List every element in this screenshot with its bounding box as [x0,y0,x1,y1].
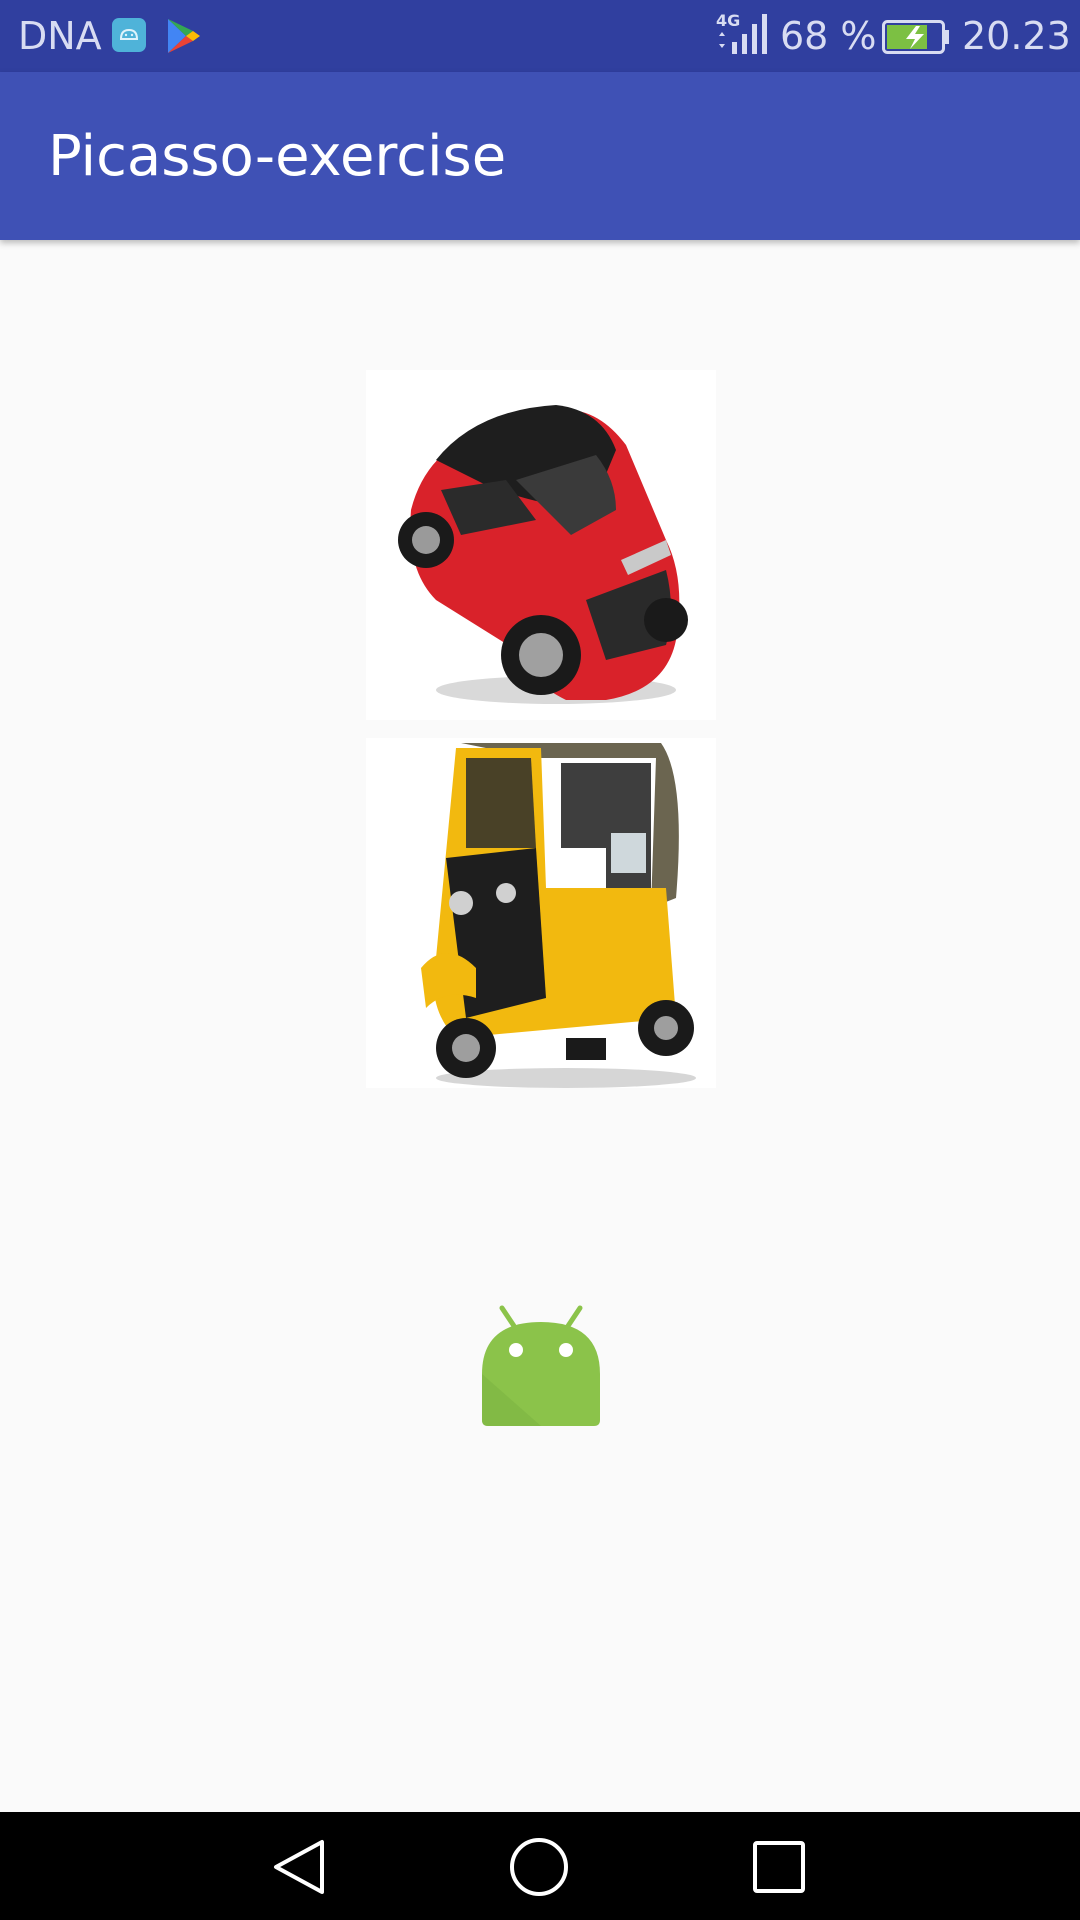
android-notification-icon [112,18,146,52]
home-icon[interactable] [506,1834,572,1900]
recents-icon[interactable] [746,1834,812,1900]
battery-percent: 68 % [780,14,877,58]
clock: 20.23 [962,14,1071,58]
app-bar: Picasso-exercise [0,72,1080,240]
carrier-label: DNA [18,14,102,58]
play-store-icon [168,19,200,53]
back-icon[interactable] [268,1834,334,1900]
app-title: Picasso-exercise [48,124,507,189]
navigation-bar [0,1812,1080,1920]
battery-charging-icon [882,20,949,54]
red-car-image [366,370,716,720]
yellow-rickshaw-image [366,738,716,1088]
network-type-label: 4G [716,11,740,30]
signal-icon: 4G [716,11,767,54]
android-robot-icon [482,1305,600,1426]
status-bar: DNA 4G 68 % 20.23 [0,0,1080,72]
